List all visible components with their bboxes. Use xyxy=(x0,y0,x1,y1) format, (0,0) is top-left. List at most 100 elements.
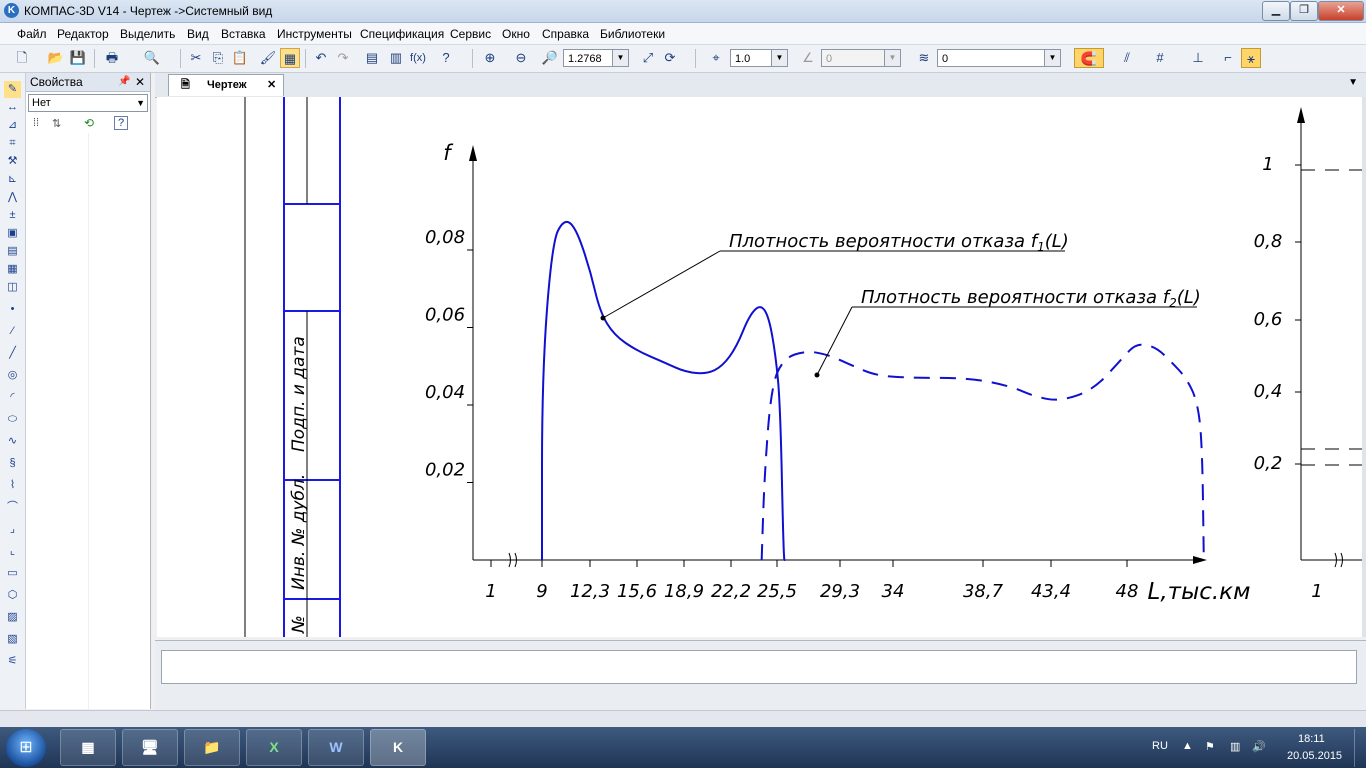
copy-icon[interactable]: ⎘ xyxy=(208,48,228,68)
pan-icon[interactable]: ⤢ xyxy=(638,48,658,68)
curve-icon[interactable]: § xyxy=(4,455,21,472)
cut-icon[interactable]: ✂ xyxy=(186,48,206,68)
local-snap-icon[interactable]: ⫽ xyxy=(1117,48,1137,68)
tab-drawing[interactable]: 🗎 Чертеж ✕ xyxy=(168,74,284,96)
polygon-icon[interactable]: ⬡ xyxy=(4,587,21,604)
redo-icon[interactable]: ↷ xyxy=(333,48,353,68)
pin-icon[interactable]: 📌 xyxy=(118,73,130,91)
taskbar-explorer-icon[interactable]: 📁 xyxy=(184,729,240,766)
menu-select[interactable]: Выделить xyxy=(120,27,175,41)
format-brush-icon[interactable]: 🖌 xyxy=(258,48,278,68)
group-icon[interactable]: ⁞⁞ xyxy=(33,117,39,129)
clock-date[interactable]: 20.05.2015 xyxy=(1287,750,1342,762)
spline-icon[interactable]: ∿ xyxy=(4,433,21,450)
paste-icon[interactable]: 📋 xyxy=(230,48,250,68)
tray-expand-icon[interactable]: ▲ xyxy=(1182,740,1193,752)
taskbar-kompas-icon[interactable]: K xyxy=(370,729,426,766)
fillet-icon[interactable]: ⌞ xyxy=(4,543,21,560)
bezier-icon[interactable]: ⌒ xyxy=(4,499,21,516)
chamfer-icon[interactable]: ⌟ xyxy=(4,521,21,538)
clock-time[interactable]: 18:11 xyxy=(1298,733,1325,745)
save-icon[interactable]: 💾 xyxy=(68,48,88,68)
measure-icon[interactable]: ⊾ xyxy=(4,171,21,188)
layers-panel-icon[interactable]: ◫ xyxy=(4,279,21,296)
refresh-properties-icon[interactable]: ⟲ xyxy=(84,116,94,130)
layers-icon[interactable]: ≋ xyxy=(914,48,934,68)
object-type-select[interactable]: Нет ▼ xyxy=(28,94,148,112)
taskbar-excel-icon[interactable]: X xyxy=(246,729,302,766)
arc-icon[interactable]: ◜ xyxy=(4,389,21,406)
drawing-canvas[interactable]: Подп. и дата Инв. № дубл. № f L,тыс.км 1 9 1… xyxy=(157,97,1362,637)
select-icon[interactable]: ⋀ xyxy=(4,189,21,206)
open-icon[interactable]: 📂 xyxy=(46,48,66,68)
parametrize-icon[interactable]: ⚒ xyxy=(4,153,21,170)
table-icon[interactable]: ▤ xyxy=(4,243,21,260)
contour-icon[interactable]: ▧ xyxy=(4,631,21,648)
preview-icon[interactable]: 🔍 xyxy=(142,48,162,68)
minimize-button[interactable]: ▁ xyxy=(1262,1,1290,21)
ortho-icon[interactable]: ⌐ xyxy=(1218,48,1238,68)
local-cs-icon[interactable]: ⊥ xyxy=(1188,48,1208,68)
help-icon[interactable]: ? xyxy=(114,116,128,130)
volume-icon[interactable]: 🔊 xyxy=(1252,740,1266,753)
menu-file[interactable]: Файл xyxy=(17,27,47,41)
layer-combo[interactable]: 0 ▼ xyxy=(937,49,1061,67)
menu-window[interactable]: Окно xyxy=(502,27,530,41)
undo-icon[interactable]: ↶ xyxy=(311,48,331,68)
manager-icon[interactable]: ▤ xyxy=(362,48,382,68)
start-button[interactable]: ⊞ xyxy=(6,729,46,767)
zoom-all-icon[interactable]: ⊖ xyxy=(511,48,531,68)
library-icon[interactable]: ▥ xyxy=(386,48,406,68)
circle-icon[interactable]: ◎ xyxy=(4,367,21,384)
network-icon[interactable]: ▥ xyxy=(1230,740,1240,753)
menu-tools[interactable]: Инструменты xyxy=(277,27,352,41)
polyline-icon[interactable]: ⌇ xyxy=(4,477,21,494)
vertical-scrollbar[interactable] xyxy=(1362,97,1366,637)
step-combo[interactable]: 1.0 ▼ xyxy=(730,49,788,67)
designations-icon[interactable]: ⊿ xyxy=(4,117,21,134)
menu-view[interactable]: Вид xyxy=(187,27,209,41)
properties-toggle-icon[interactable]: ▦ xyxy=(280,48,300,68)
edit-icon[interactable]: ⌗ xyxy=(4,135,21,152)
grid-icon[interactable]: # xyxy=(1150,48,1170,68)
views-icon[interactable]: ▦ xyxy=(4,261,21,278)
taskbar-computer-icon[interactable]: 🖥 xyxy=(122,729,178,766)
magnet-snap-icon[interactable]: 🧲 xyxy=(1074,48,1104,68)
zoom-window-icon[interactable]: ⊕ xyxy=(480,48,500,68)
close-button[interactable]: ✕ xyxy=(1318,1,1364,21)
zoom-scale-icon[interactable]: 🔎 xyxy=(540,48,560,68)
sort-icon[interactable]: ⇅ xyxy=(52,117,61,130)
dimensions-icon[interactable]: ↔ xyxy=(4,99,21,116)
status-input-box[interactable] xyxy=(161,650,1357,684)
tab-list-chevron-icon[interactable]: ▼ xyxy=(1348,77,1358,88)
print-icon[interactable]: 🖶 xyxy=(102,48,122,68)
point-icon[interactable]: • xyxy=(4,301,21,318)
hatch-icon[interactable]: ▨ xyxy=(4,609,21,626)
zoom-combo[interactable]: 1.2768 ▼ xyxy=(563,49,629,67)
menu-spec[interactable]: Спецификация xyxy=(360,27,444,41)
refresh-icon[interactable]: ⟳ xyxy=(660,48,680,68)
flag-icon[interactable]: ⚑ xyxy=(1205,740,1215,753)
help-pointer-icon[interactable]: ? xyxy=(436,48,456,68)
maximize-button[interactable]: ❐ xyxy=(1290,1,1318,21)
close-tab-icon[interactable]: ✕ xyxy=(267,75,276,95)
geometry-icon[interactable]: ✎ xyxy=(4,81,21,98)
menu-service[interactable]: Сервис xyxy=(450,27,491,41)
spec-icon[interactable]: ± xyxy=(4,207,21,224)
parametric-icon[interactable]: ⚹ xyxy=(1241,48,1261,68)
menu-libraries[interactable]: Библиотеки xyxy=(600,27,665,41)
line-icon[interactable]: ⁄ xyxy=(4,323,21,340)
report-icon[interactable]: ▣ xyxy=(4,225,21,242)
menu-editor[interactable]: Редактор xyxy=(57,27,109,41)
new-document-icon[interactable]: 🗋 xyxy=(12,48,32,68)
language-indicator[interactable]: RU xyxy=(1152,740,1168,752)
show-desktop-button[interactable] xyxy=(1354,729,1366,767)
rectangle-icon[interactable]: ▭ xyxy=(4,565,21,582)
ellipse-icon[interactable]: ⬭ xyxy=(4,411,21,428)
menu-help[interactable]: Справка xyxy=(542,27,589,41)
function-icon[interactable]: f(x) xyxy=(408,48,428,68)
taskbar-calculator-icon[interactable]: ▦ xyxy=(60,729,116,766)
taskbar-word-icon[interactable]: W xyxy=(308,729,364,766)
close-panel-icon[interactable]: ✕ xyxy=(135,73,145,91)
equidistant-icon[interactable]: ⚟ xyxy=(4,653,21,670)
